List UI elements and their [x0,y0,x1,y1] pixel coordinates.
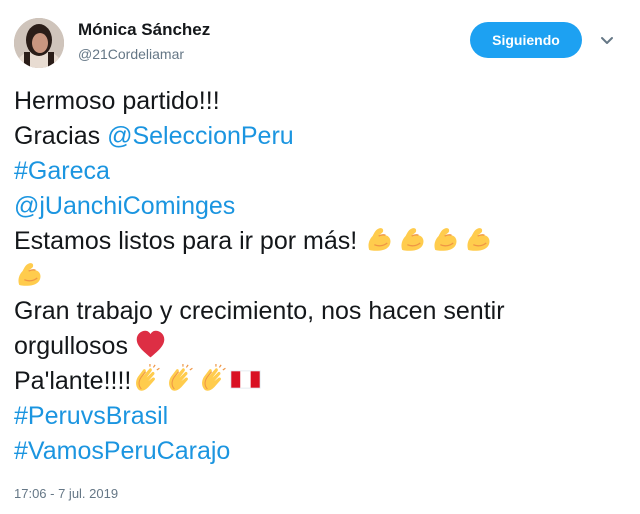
tweet-line: Estamos listos para ir por más! [14,224,626,259]
red-heart-emoji [135,329,166,360]
tweet-line: Gran trabajo y crecimiento, nos hacen se… [14,294,626,329]
tweet-text-segment: Hermoso partido!!! [14,87,220,115]
tweet-line: orgullosos [14,329,626,364]
avatar[interactable] [14,18,64,68]
clapping-hands-emoji [197,364,228,395]
hashtag-link-vamosperucarajo[interactable]: #VamosPeruCarajo [14,437,230,465]
tweet-line: Gracias @SeleccionPeru [14,119,626,154]
tweet-timestamp[interactable]: 17:06 - 7 jul. 2019 [14,486,118,501]
display-name[interactable]: Mónica Sánchez [78,20,210,40]
tweet-line: #PeruvsBrasil [14,399,626,434]
tweet-line: Hermoso partido!!! [14,84,626,119]
mention-link-juanchicominges[interactable]: @jUanchiCominges [14,192,235,220]
tweet-line: Pa'lante!!!! [14,364,626,399]
tweet-text-segment: orgullosos [14,332,135,360]
username-handle[interactable]: @21Cordeliamar [78,46,184,62]
tweet-text-segment: Pa'lante!!!! [14,367,132,395]
clapping-hands-emoji [164,364,195,395]
peru-flag-emoji [230,364,261,395]
hashtag-link-peruvsbrasil[interactable]: #PeruvsBrasil [14,402,168,430]
tweet-text: Hermoso partido!!! Gracias @SeleccionPer… [14,84,626,469]
tweet-line: @jUanchiCominges [14,189,626,224]
tweet-text-segment: Gran trabajo y crecimiento, nos hacen se… [14,297,505,325]
flexed-biceps-emoji [463,224,494,255]
tweet-text-segment: Gracias [14,122,108,150]
flexed-biceps-emoji [14,259,45,290]
tweet-line: #Gareca [14,154,626,189]
tweet-card: Mónica Sánchez @21Cordeliamar Siguiendo … [0,0,640,514]
tweet-line: #VamosPeruCarajo [14,434,626,469]
following-button[interactable]: Siguiendo [470,22,582,58]
flexed-biceps-emoji [397,224,428,255]
clapping-hands-emoji [131,364,162,395]
chevron-down-icon[interactable] [600,34,614,48]
tweet-text-segment: Estamos listos para ir por más! [14,227,365,255]
flexed-biceps-emoji [364,224,395,255]
hashtag-link-gareca[interactable]: #Gareca [14,157,110,185]
tweet-line [14,259,626,294]
flexed-biceps-emoji [430,224,461,255]
mention-link-seleccionperu[interactable]: @SeleccionPeru [107,122,294,150]
